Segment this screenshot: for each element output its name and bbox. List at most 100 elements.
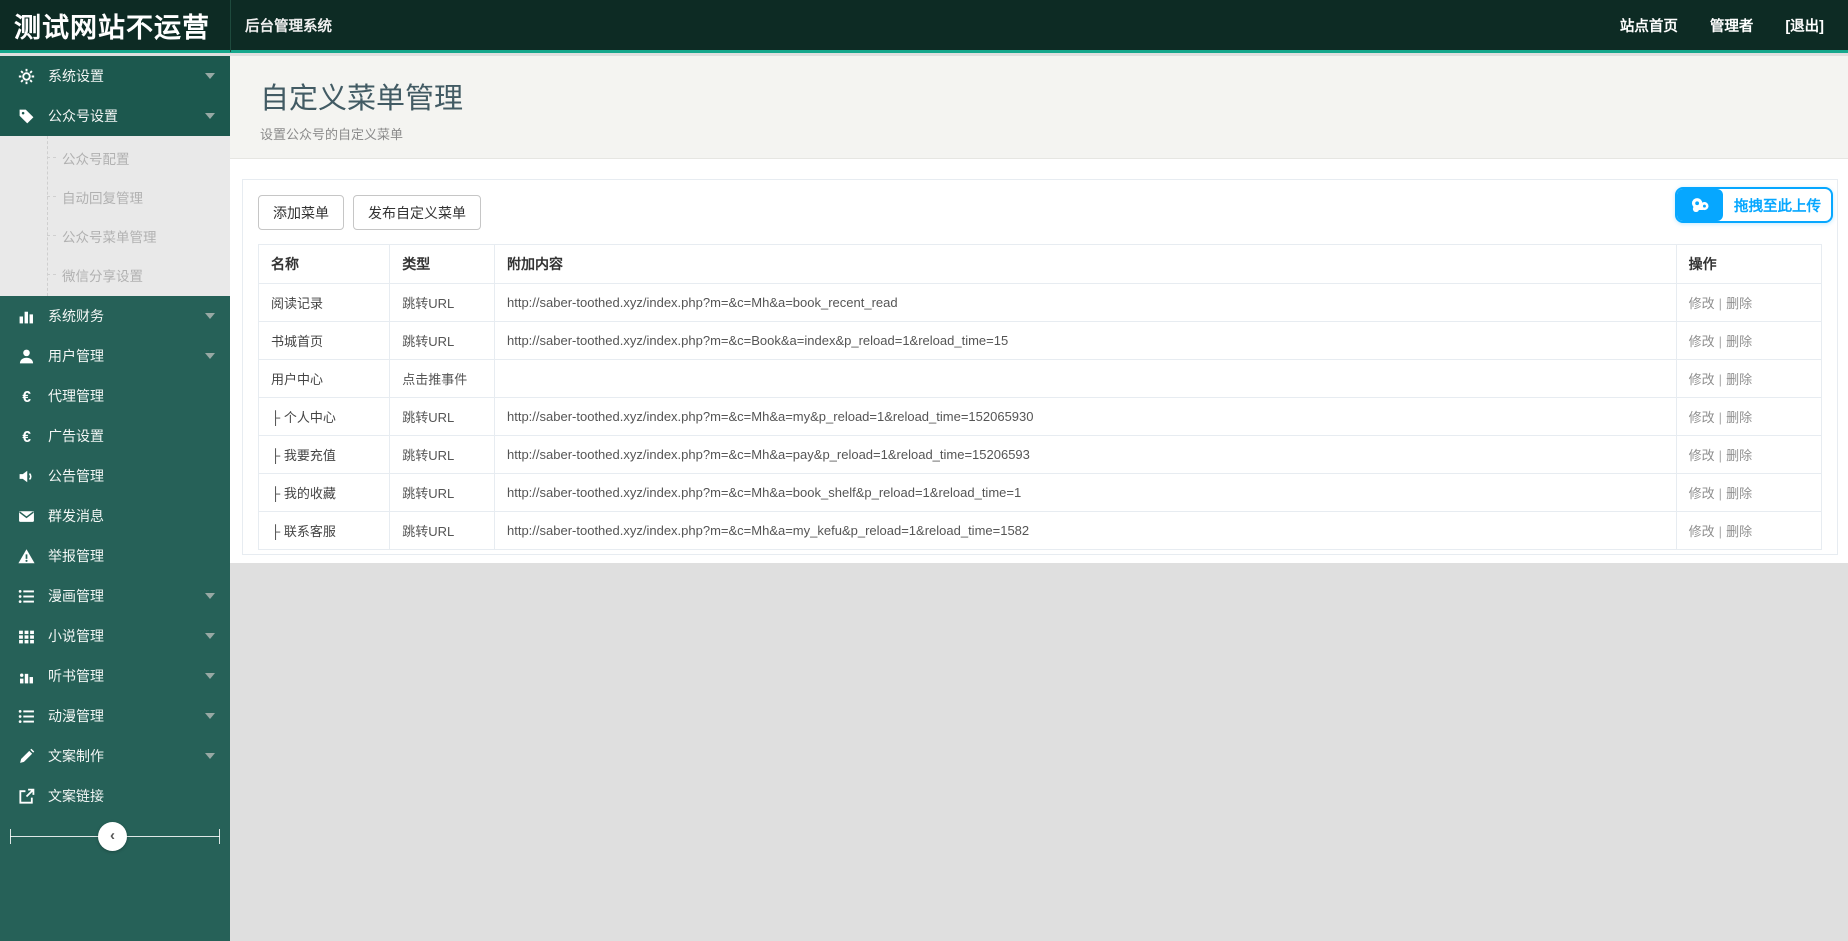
delete-link[interactable]: 删除 (1726, 296, 1752, 311)
edit-link[interactable]: 修改 (1689, 296, 1715, 311)
table-row: ├ 个人中心 跳转URL http://saber-toothed.xyz/in… (257, 397, 1823, 436)
edit-link[interactable]: 修改 (1689, 372, 1715, 387)
menu-content-cell: http://saber-toothed.xyz/index.php?m=&c=… (494, 473, 1677, 512)
sidebar: 系统设置 公众号设置 公众号配置 自动回复管理 公众号菜单管理 微信分享设置 系… (0, 56, 230, 941)
separator: | (1718, 524, 1723, 539)
operations-cell: 修改 | 删除 (1675, 435, 1823, 474)
sidebar-item-label: 群发消息 (48, 508, 104, 524)
page-subtitle: 设置公众号的自定义菜单 (260, 127, 404, 142)
content-section: 添加菜单 发布自定义菜单 拖拽至此上传 名称 类型 附加内容 操作 阅读记录 跳… (230, 159, 1848, 563)
chevron-left-icon: ‹ (110, 827, 115, 844)
main-content: 自定义菜单管理 设置公众号的自定义菜单 添加菜单 发布自定义菜单 拖拽至此上传 … (230, 56, 1848, 941)
separator: | (1718, 410, 1723, 425)
menu-name-cell: ├ 我的收藏 (257, 473, 391, 512)
sidebar-item-agent-management[interactable]: € 代理管理 (0, 376, 230, 416)
sidebar-item-label: 听书管理 (48, 668, 104, 684)
sidebar-item-system-settings[interactable]: 系统设置 (0, 56, 230, 96)
menu-content-cell: http://saber-toothed.xyz/index.php?m=&c=… (494, 511, 1677, 550)
sidebar-item-label: 公众号设置 (48, 108, 118, 124)
drag-upload-widget[interactable]: 拖拽至此上传 (1675, 187, 1833, 223)
table-row: 书城首页 跳转URL http://saber-toothed.xyz/inde… (257, 321, 1823, 360)
sidebar-item-finance[interactable]: 系统财务 (0, 296, 230, 336)
sidebar-collapse-handle[interactable]: ‹ (98, 822, 127, 851)
delete-link[interactable]: 删除 (1726, 410, 1752, 425)
sidebar-item-comic-management[interactable]: 漫画管理 (0, 576, 230, 616)
upload-label: 拖拽至此上传 (1734, 198, 1821, 215)
sidebar-subitem-wechat-share[interactable]: 微信分享设置 (0, 255, 230, 294)
sidebar-item-wechat-settings[interactable]: 公众号设置 (0, 96, 230, 136)
sidebar-subitem-label: 公众号配置 (62, 151, 130, 167)
sidebar-item-label: 举报管理 (48, 548, 104, 564)
menu-type-cell: 跳转URL (389, 473, 495, 512)
delete-link[interactable]: 删除 (1726, 372, 1752, 387)
delete-link[interactable]: 删除 (1726, 524, 1752, 539)
page-header: 自定义菜单管理 设置公众号的自定义菜单 (230, 56, 1848, 159)
sidebar-resize-slider[interactable]: ‹ (10, 822, 220, 851)
sidebar-item-user-management[interactable]: 用户管理 (0, 336, 230, 376)
sidebar-item-label: 广告设置 (48, 428, 104, 444)
warning-icon (15, 548, 37, 565)
sidebar-subitem-auto-reply[interactable]: 自动回复管理 (0, 177, 230, 216)
operations-cell: 修改 | 删除 (1675, 511, 1823, 550)
list-icon (15, 708, 37, 725)
menu-content-cell: http://saber-toothed.xyz/index.php?m=&c=… (494, 283, 1677, 322)
delete-link[interactable]: 删除 (1726, 334, 1752, 349)
menu-name-cell: ├ 我要充值 (257, 435, 391, 474)
menu-type-cell: 跳转URL (389, 435, 495, 474)
edit-link[interactable]: 修改 (1689, 486, 1715, 501)
operations-cell: 修改 | 删除 (1675, 321, 1823, 360)
sidebar-item-ad-settings[interactable]: € 广告设置 (0, 416, 230, 456)
megaphone-icon (15, 468, 37, 485)
table-row: ├ 我的收藏 跳转URL http://saber-toothed.xyz/in… (257, 473, 1823, 512)
svg-text:€: € (22, 428, 31, 444)
menu-type-cell: 跳转URL (389, 511, 495, 550)
publish-menu-button[interactable]: 发布自定义菜单 (353, 195, 481, 230)
edit-link[interactable]: 修改 (1689, 410, 1715, 425)
sidebar-item-copywriting-link[interactable]: 文案链接 (0, 776, 230, 816)
sidebar-item-report-management[interactable]: 举报管理 (0, 536, 230, 576)
delete-link[interactable]: 删除 (1726, 448, 1752, 463)
edit-link[interactable]: 修改 (1689, 448, 1715, 463)
chevron-down-icon (205, 753, 215, 759)
menu-content-cell: http://saber-toothed.xyz/index.php?m=&c=… (494, 321, 1677, 360)
menu-name-cell: 阅读记录 (257, 283, 391, 322)
separator: | (1718, 334, 1723, 349)
site-home-link[interactable]: 站点首页 (1620, 15, 1678, 36)
sidebar-item-novel-management[interactable]: 小说管理 (0, 616, 230, 656)
edit-link[interactable]: 修改 (1689, 524, 1715, 539)
header-divider (230, 0, 231, 52)
sidebar-item-label: 用户管理 (48, 348, 104, 364)
admin-user-link[interactable]: 管理者 (1710, 15, 1754, 36)
sidebar-subitem-wechat-config[interactable]: 公众号配置 (0, 138, 230, 177)
sidebar-item-broadcast-message[interactable]: 群发消息 (0, 496, 230, 536)
sidebar-item-copywriting-create[interactable]: 文案制作 (0, 736, 230, 776)
sidebar-item-label: 动漫管理 (48, 708, 104, 724)
separator: | (1718, 448, 1723, 463)
toolbar: 添加菜单 发布自定义菜单 (258, 195, 1822, 230)
logout-link[interactable]: [退出] (1785, 15, 1824, 36)
user-icon (15, 348, 37, 365)
chevron-down-icon (205, 73, 215, 79)
chevron-down-icon (205, 633, 215, 639)
chevron-down-icon (205, 673, 215, 679)
delete-link[interactable]: 删除 (1726, 486, 1752, 501)
dash-decoration (47, 196, 56, 197)
add-menu-button[interactable]: 添加菜单 (258, 195, 344, 230)
table-header-row: 名称 类型 附加内容 操作 (257, 244, 1823, 284)
operations-cell: 修改 | 删除 (1675, 397, 1823, 436)
separator: | (1718, 486, 1723, 501)
svg-text:€: € (22, 388, 31, 404)
sidebar-subitem-wechat-menu[interactable]: 公众号菜单管理 (0, 216, 230, 255)
menu-name-cell: 书城首页 (257, 321, 391, 360)
sidebar-item-anime-management[interactable]: 动漫管理 (0, 696, 230, 736)
sidebar-item-label: 文案链接 (48, 788, 104, 804)
gear-icon (15, 68, 37, 85)
operations-cell: 修改 | 删除 (1675, 473, 1823, 512)
euro-icon: € (15, 388, 37, 404)
separator: | (1718, 372, 1723, 387)
sidebar-item-announcement[interactable]: 公告管理 (0, 456, 230, 496)
sidebar-item-label: 漫画管理 (48, 588, 104, 604)
envelope-icon (15, 508, 37, 525)
edit-link[interactable]: 修改 (1689, 334, 1715, 349)
sidebar-item-audiobook-management[interactable]: 听书管理 (0, 656, 230, 696)
